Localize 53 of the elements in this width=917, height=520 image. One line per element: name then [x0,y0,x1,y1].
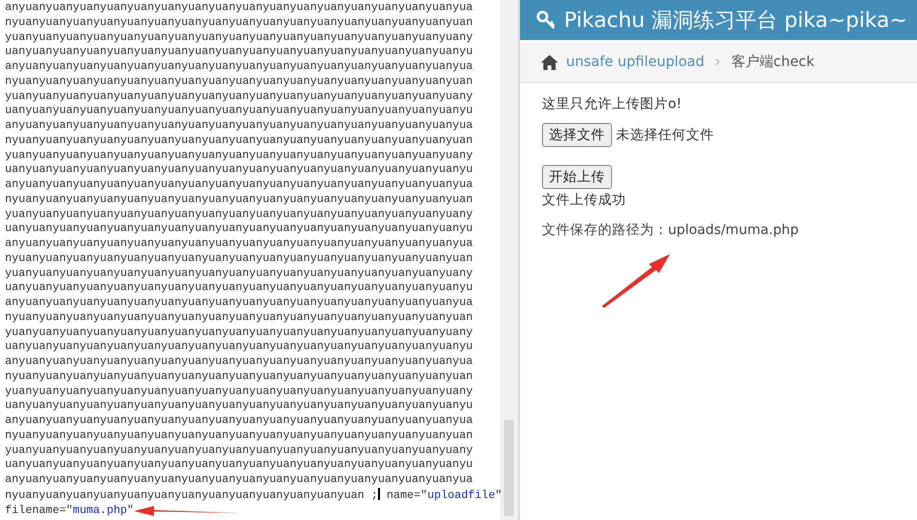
code-text: nyuanyuanyuanyuanyuanyuanyuanyuanyuanyuanyuanyuanyuanyuanyuanyuanyuan [5,134,473,147]
code-text: yuanyuanyuanyuanyuanyuanyuanyuanyuanyuanyuanyuanyuanyuanyuanyuanyuany [5,326,473,338]
code-text: anyuanyuanyuanyuanyuanyuanyuanyuanyuanyuanyuanyuanyuanyuanyuanyuanyua [5,120,473,132]
code-text: filename=" [5,504,73,516]
code-text: uanyuanyuanyuanyuanyuanyuanyuanyuanyuanyuanyuanyuanyuanyuanyuanyuanyu [5,459,473,472]
upload-result: 文件上传成功 [542,191,626,209]
code-text: uanyuanyuanyuanyuanyuanyuanyuanyuanyuanyuanyuanyuanyuanyuanyuanyuanyu [5,223,473,236]
code-text: uanyuanyuanyuanyuanyuanyuanyuanyuanyuanyuanyuanyuanyuanyuanyuanyuanyu [5,282,473,294]
breadcrumb-current: 客户端check [731,53,814,71]
code-text: nyuanyuanyuanyuanyuanyuanyuanyuanyuanyuanyuanyuanyuanyuanyuanyuanyuan [5,370,473,383]
code-text: yuanyuanyuanyuanyuanyuanyuanyuanyuanyuanyuanyuanyuanyuanyuanyuanyuany [5,32,473,44]
file-status: 未选择任何文件 [616,126,714,144]
saved-path: 文件保存的路径为：uploads/muma.php [542,221,799,239]
code-text: uanyuanyuanyuanyuanyuanyuanyuanyuanyuanyuanyuanyuanyuanyuanyuanyuanyu [5,341,473,354]
code-text: nyuanyuanyuanyuanyuanyuanyuanyuanyuanyuanyuanyuanyuanyuanyuanyuanyuan [5,312,473,324]
site-title: Pikachu 漏洞练习平台 pika~pika~ [564,7,908,34]
chevron-icon [715,58,720,66]
code-text: anyuanyuanyuanyuanyuanyuanyuanyuanyuanyuanyuanyuanyuanyuanyuanyuanyua [5,179,473,191]
code-text: anyuanyuanyuanyuanyuanyuanyuanyuanyuanyuanyuanyuanyuanyuanyuanyuanyua [5,474,473,486]
code-text: uanyuanyuanyuanyuanyuanyuanyuanyuanyuanyuanyuanyuanyuanyuanyuanyuanyu [5,400,473,412]
notice-text: 这里只允许上传图片o! [542,95,682,113]
scrollbar[interactable] [504,420,514,516]
code-text: anyuanyuanyuanyuanyuanyuanyuanyuanyuanyuanyuanyuanyuanyuanyuanyuanyua [5,61,473,73]
code-text: uanyuanyuanyuanyuanyuanyuanyuanyuanyuanyuanyuanyuanyuanyuanyuanyuanyu [5,105,473,118]
key-icon [536,10,556,30]
code-text: nyuanyuanyuanyuanyuanyuanyuanyuanyuanyuanyuanyuanyuanyuanyuanyuanyuan [5,76,473,88]
code-text: name=" [386,490,428,502]
code-text: nyuanyuanyuanyuanyuanyuanyuanyuanyuanyuanyuanyuanyuan ; [5,490,378,502]
code-text: yuanyuanyuanyuanyuanyuanyuanyuanyuanyuanyuanyuanyuanyuanyuanyuanyuany [5,268,473,280]
code-text: yuanyuanyuanyuanyuanyuanyuanyuanyuanyuanyuanyuanyuanyuanyuanyuanyuany [5,90,473,102]
choose-file-button[interactable]: 选择文件 [542,123,612,147]
code-text: anyuanyuanyuanyuanyuanyuanyuanyuanyuanyuanyuanyuanyuanyuanyuanyuanyua [5,356,473,368]
code-string: muma.php [72,504,128,516]
code-text: anyuanyuanyuanyuanyuanyuanyuanyuanyuanyuanyuanyuanyuanyuanyuanyuanyua [5,2,473,14]
arrow-annotation [600,252,672,308]
code-text: nyuanyuanyuanyuanyuanyuanyuanyuanyuanyuanyuanyuanyuanyuanyuanyuanyuan [5,16,473,29]
code-text: anyuanyuanyuanyuanyuanyuanyuanyuanyuanyuanyuanyuanyuanyuanyuanyuanyua [5,238,473,250]
home-icon[interactable] [540,54,559,70]
code-text: uanyuanyuanyuanyuanyuanyuanyuanyuanyuanyuanyuanyuanyuanyuanyuanyuanyu [5,46,473,58]
code-text: uanyuanyuanyuanyuanyuanyuanyuanyuanyuanyuanyuanyuanyuanyuanyuanyuanyu [5,164,473,176]
upload-button[interactable]: 开始上传 [542,165,612,189]
code-text: nyuanyuanyuanyuanyuanyuanyuanyuanyuanyuanyuanyuanyuanyuanyuanyuanyuan [5,430,473,442]
code-text: nyuanyuanyuanyuanyuanyuanyuanyuanyuanyuanyuanyuanyuanyuanyuanyuanyuan [5,194,473,206]
code-text: yuanyuanyuanyuanyuanyuanyuanyuanyuanyuanyuanyuanyuanyuanyuanyuanyuany [5,444,473,456]
code-text: yuanyuanyuanyuanyuanyuanyuanyuanyuanyuanyuanyuanyuanyuanyuanyuanyuany [5,386,473,398]
code-string: uploadfile [427,490,496,502]
code-text: anyuanyuanyuanyuanyuanyuanyuanyuanyuanyuanyuanyuanyuanyuanyuanyuanyua [5,415,473,427]
code-text: nyuanyuanyuanyuanyuanyuanyuanyuanyuanyuanyuanyuanyuanyuanyuanyuanyuan [5,252,473,265]
code-text: yuanyuanyuanyuanyuanyuanyuanyuanyuanyuanyuanyuanyuanyuanyuanyuanyuany [5,150,473,162]
code-text: " [127,504,134,516]
code-text: anyuanyuanyuanyuanyuanyuanyuanyuanyuanyuanyuanyuanyuanyuanyuanyuanyua [5,297,473,309]
text-cursor [378,488,380,500]
code-text: yuanyuanyuanyuanyuanyuanyuanyuanyuanyuanyuanyuanyuanyuanyuanyuanyuany [5,208,473,220]
